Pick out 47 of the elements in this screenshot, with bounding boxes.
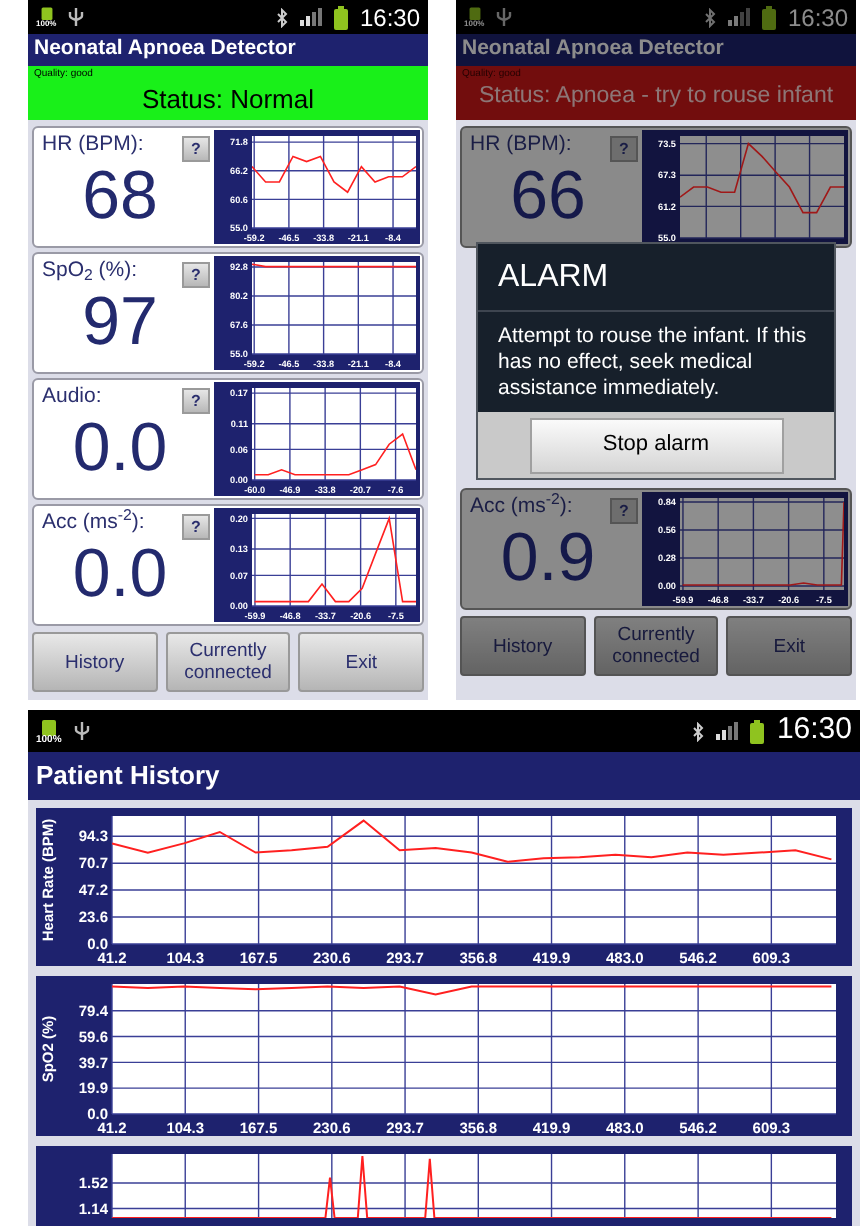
signal-icon bbox=[299, 8, 322, 26]
battery-icon bbox=[465, 6, 484, 20]
bluetooth-icon bbox=[275, 7, 288, 27]
status-text: Status: Apnoea - try to rouse infant bbox=[478, 86, 834, 109]
sensor-label: SpO$_{2}$ (%): bbox=[42, 256, 138, 285]
stop-alarm-button[interactable]: Stop alarm bbox=[529, 417, 783, 473]
sensor-label: Acc (ms$^{-2}$): bbox=[470, 492, 573, 521]
help-button[interactable]: ? bbox=[182, 388, 210, 414]
footer-button[interactable]: Exit bbox=[298, 632, 424, 692]
clock-time: 16:30 bbox=[776, 710, 852, 751]
sensor-label: HR (BPM): bbox=[470, 130, 572, 159]
sensor-value: 68 bbox=[80, 162, 160, 230]
bluetooth-icon bbox=[703, 7, 716, 27]
usb-icon bbox=[68, 6, 85, 28]
help-button[interactable]: ? bbox=[182, 136, 210, 162]
footer-button[interactable]: Currently connected bbox=[593, 616, 719, 676]
battery-icon bbox=[333, 5, 348, 29]
status-text: Status: Normal bbox=[142, 86, 314, 112]
sensor-value: 66 bbox=[508, 162, 588, 230]
help-button[interactable]: ? bbox=[182, 262, 210, 288]
dialog-message: Attempt to rouse the infant. If this has no effect, seek medical assistance immediately. bbox=[496, 322, 809, 404]
sensor-value: 0.0 bbox=[70, 540, 170, 608]
signal-icon bbox=[727, 8, 750, 26]
battery-icon bbox=[37, 6, 56, 20]
clock-time: 16:30 bbox=[359, 1, 420, 35]
clock-time: 16:30 bbox=[787, 1, 848, 35]
footer-button[interactable]: History bbox=[32, 632, 158, 692]
footer-button[interactable]: Exit bbox=[726, 616, 852, 676]
help-button[interactable]: ? bbox=[182, 514, 210, 540]
battery-icon bbox=[39, 717, 58, 735]
usb-icon bbox=[496, 6, 513, 28]
sensor-label: Acc (ms$^{-2}$): bbox=[42, 508, 145, 537]
signal-icon bbox=[716, 722, 739, 740]
app-title: Neonatal Apnoea Detector bbox=[34, 34, 296, 65]
footer-button[interactable]: Currently connected bbox=[165, 632, 291, 692]
sensor-label: Audio: bbox=[42, 382, 102, 411]
sensor-value: 0.0 bbox=[70, 414, 170, 482]
usb-icon bbox=[73, 720, 90, 742]
battery-icon bbox=[750, 719, 765, 743]
bluetooth-icon bbox=[692, 721, 705, 741]
sensor-value: 97 bbox=[80, 288, 160, 356]
battery-icon bbox=[761, 5, 776, 29]
sensor-label: HR (BPM): bbox=[42, 130, 144, 159]
dialog-title: ALARM bbox=[498, 257, 609, 297]
app-title: Neonatal Apnoea Detector bbox=[462, 34, 724, 65]
sensor-value: 0.9 bbox=[498, 524, 598, 592]
app-title: Patient History bbox=[36, 758, 220, 795]
